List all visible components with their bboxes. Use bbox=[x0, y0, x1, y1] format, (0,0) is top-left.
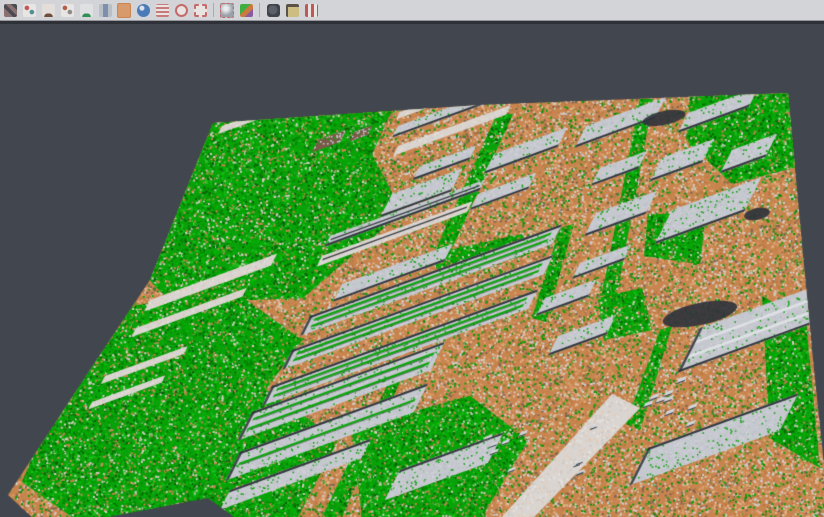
toolbar-separator bbox=[213, 3, 214, 17]
selection-frame-icon[interactable] bbox=[192, 2, 208, 18]
classification-colormap-icon[interactable] bbox=[238, 2, 254, 18]
circle-target-glyph bbox=[175, 4, 188, 17]
point-cloud-3d-viewport[interactable] bbox=[0, 0, 824, 517]
red-stripes-icon[interactable] bbox=[303, 2, 319, 18]
flag-measure-glyph bbox=[286, 4, 299, 17]
profile-column-icon[interactable] bbox=[97, 2, 113, 18]
dark-tool-glyph bbox=[267, 4, 280, 17]
profile-column-glyph bbox=[99, 4, 112, 17]
sphere-select-glyph bbox=[220, 3, 234, 18]
globe-icon[interactable] bbox=[135, 2, 151, 18]
scatter-classes-icon[interactable] bbox=[21, 2, 37, 18]
dark-tool-icon[interactable] bbox=[265, 2, 281, 18]
terrain-mound-icon[interactable] bbox=[40, 2, 56, 18]
attribute-list-icon[interactable] bbox=[154, 2, 170, 18]
toolbar bbox=[0, 0, 824, 21]
ortho-panel-glyph bbox=[117, 3, 131, 18]
sparse-points-icon[interactable] bbox=[59, 2, 75, 18]
red-stripes-glyph bbox=[305, 4, 318, 17]
scatter-classes-glyph bbox=[23, 4, 36, 17]
vegetation-mound-icon[interactable] bbox=[78, 2, 94, 18]
attribute-list-glyph bbox=[156, 4, 169, 17]
sphere-select-icon[interactable] bbox=[219, 2, 235, 18]
selection-frame-glyph bbox=[194, 4, 207, 17]
vegetation-mound-glyph bbox=[80, 4, 93, 17]
flag-measure-icon[interactable] bbox=[284, 2, 300, 18]
terrain-mound-glyph bbox=[42, 4, 55, 17]
toolbar-separator bbox=[259, 3, 260, 17]
select-points-glyph bbox=[4, 4, 17, 17]
toolbar-underline bbox=[0, 21, 824, 24]
application-window bbox=[0, 0, 824, 517]
select-points-icon[interactable] bbox=[2, 2, 18, 18]
sparse-points-glyph bbox=[61, 4, 74, 17]
classification-colormap-glyph bbox=[240, 4, 253, 17]
globe-glyph bbox=[137, 4, 150, 17]
circle-target-icon[interactable] bbox=[173, 2, 189, 18]
ortho-panel-icon[interactable] bbox=[116, 2, 132, 18]
